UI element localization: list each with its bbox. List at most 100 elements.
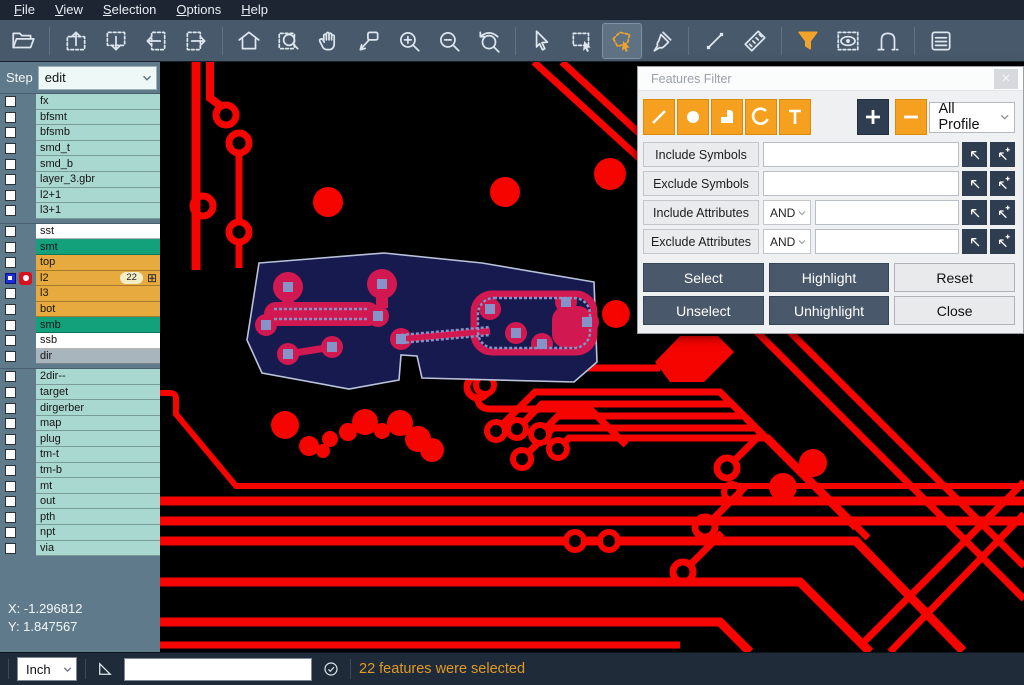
layer-checkbox[interactable]: [5, 273, 16, 284]
layer-name[interactable]: pth: [36, 509, 160, 525]
layer-checkbox[interactable]: [5, 434, 16, 445]
remove-filter-button[interactable]: [895, 99, 927, 135]
pick-attribute-button[interactable]: [962, 200, 987, 225]
menu-file[interactable]: File: [4, 1, 45, 20]
layer-checkbox[interactable]: [5, 159, 16, 170]
command-input[interactable]: [124, 658, 312, 681]
layer-row-target[interactable]: target: [0, 385, 160, 401]
pick-symbol-button[interactable]: [962, 142, 987, 167]
layer-checkbox[interactable]: [5, 527, 16, 538]
exclude-attributes-button[interactable]: Exclude Attributes: [643, 229, 759, 254]
menu-selection[interactable]: Selection: [93, 1, 166, 20]
layer-checkbox[interactable]: [5, 174, 16, 185]
layer-checkbox[interactable]: [5, 205, 16, 216]
layer-checkbox[interactable]: [5, 143, 16, 154]
highlight-button[interactable]: Highlight: [769, 263, 890, 292]
layer-row-bfsmb[interactable]: bfsmb: [0, 125, 160, 141]
layer-name[interactable]: smt: [36, 239, 160, 255]
layer-checkbox[interactable]: [5, 449, 16, 460]
layer-checkbox[interactable]: [5, 371, 16, 382]
layer-row-map[interactable]: map: [0, 416, 160, 432]
layer-row-fx[interactable]: fx: [0, 94, 160, 110]
layer-checkbox[interactable]: [5, 112, 16, 123]
select-button[interactable]: Select: [643, 263, 764, 292]
pick-attribute-button[interactable]: [962, 229, 987, 254]
layer-row-ssb[interactable]: ssb: [0, 333, 160, 349]
layer-name[interactable]: bfsmb: [36, 125, 160, 141]
pan-down-icon[interactable]: [97, 24, 135, 58]
pan-up-icon[interactable]: [57, 24, 95, 58]
layer-row-pth[interactable]: pth: [0, 509, 160, 525]
clean-tool-icon[interactable]: [643, 24, 681, 58]
zoom-in-icon[interactable]: [390, 24, 428, 58]
pad-tool-icon[interactable]: [677, 99, 709, 135]
layer-name[interactable]: via: [36, 541, 160, 557]
open-folder-icon[interactable]: [4, 24, 42, 58]
layer-name[interactable]: fx: [36, 94, 160, 110]
features-filter-icon[interactable]: [789, 24, 827, 58]
layer-checkbox[interactable]: [5, 351, 16, 362]
include-attributes-and-select[interactable]: AND: [763, 200, 811, 225]
layer-name[interactable]: sst: [36, 224, 160, 240]
layer-checkbox[interactable]: [5, 481, 16, 492]
layer-row-dir[interactable]: dir: [0, 349, 160, 365]
layer-name[interactable]: layer_3.gbr: [36, 172, 160, 188]
report-list-icon[interactable]: [922, 24, 960, 58]
measure-ruler-icon[interactable]: [736, 24, 774, 58]
layer-row-l2[interactable]: l222⊞: [0, 271, 160, 287]
include-symbols-button[interactable]: Include Symbols: [643, 142, 759, 167]
unselect-button[interactable]: Unselect: [643, 296, 764, 325]
layer-name[interactable]: smd_b: [36, 156, 160, 172]
layer-row-smt[interactable]: smt: [0, 239, 160, 255]
layer-name[interactable]: target: [36, 385, 160, 401]
layer-row-l3[interactable]: l3: [0, 286, 160, 302]
layer-row-tm-b[interactable]: tm-b: [0, 463, 160, 479]
layer-checkbox[interactable]: [5, 304, 16, 315]
layer-name[interactable]: bfsmt: [36, 110, 160, 126]
layer-row-bfsmt[interactable]: bfsmt: [0, 110, 160, 126]
layer-checkbox[interactable]: [5, 320, 16, 331]
add-filter-button[interactable]: [857, 99, 889, 135]
layer-row-l3+1[interactable]: l3+1: [0, 203, 160, 219]
select-rectangle-icon[interactable]: [563, 24, 601, 58]
layer-name[interactable]: dir: [36, 349, 160, 365]
layer-checkbox[interactable]: [5, 127, 16, 138]
layer-name[interactable]: smd_t: [36, 141, 160, 157]
layer-checkbox[interactable]: [5, 335, 16, 346]
unhighlight-button[interactable]: Unhighlight: [769, 296, 890, 325]
dialog-titlebar[interactable]: Features Filter ✕: [638, 67, 1023, 91]
layer-row-smd_b[interactable]: smd_b: [0, 156, 160, 172]
include-attributes-field[interactable]: [815, 200, 959, 225]
layer-row-dirgerber[interactable]: dirgerber: [0, 400, 160, 416]
text-tool-icon[interactable]: [779, 99, 811, 135]
layer-name[interactable]: ssb: [36, 333, 160, 349]
select-arrow-icon[interactable]: [523, 24, 561, 58]
pick-add-attribute-button[interactable]: [990, 229, 1015, 254]
measure-distance-icon[interactable]: [696, 24, 734, 58]
layer-name[interactable]: mt: [36, 478, 160, 494]
layer-checkbox[interactable]: [5, 465, 16, 476]
layer-name[interactable]: map: [36, 416, 160, 432]
arc-tool-icon[interactable]: [745, 99, 777, 135]
layer-name[interactable]: l3+1: [36, 203, 160, 219]
layer-name[interactable]: tm-b: [36, 463, 160, 479]
layer-checkbox[interactable]: [5, 403, 16, 414]
layer-checkbox[interactable]: [5, 512, 16, 523]
layer-checkbox[interactable]: [5, 226, 16, 237]
layer-row-tm-t[interactable]: tm-t: [0, 447, 160, 463]
layer-checkbox[interactable]: [5, 96, 16, 107]
step-select[interactable]: edit: [38, 66, 157, 90]
view-options-icon[interactable]: [829, 24, 867, 58]
pick-symbol-button[interactable]: [962, 171, 987, 196]
reset-button[interactable]: Reset: [894, 263, 1015, 292]
zoom-out-icon[interactable]: [430, 24, 468, 58]
exclude-symbols-field[interactable]: [763, 171, 959, 196]
menu-view[interactable]: View: [45, 1, 93, 20]
zoom-window-icon[interactable]: [270, 24, 308, 58]
layer-name[interactable]: dirgerber: [36, 400, 160, 416]
layer-row-mt[interactable]: mt: [0, 478, 160, 494]
layer-row-via[interactable]: via: [0, 541, 160, 557]
layer-row-top[interactable]: top: [0, 255, 160, 271]
layer-checkbox[interactable]: [5, 242, 16, 253]
grid-icon[interactable]: ⊞: [147, 272, 157, 284]
